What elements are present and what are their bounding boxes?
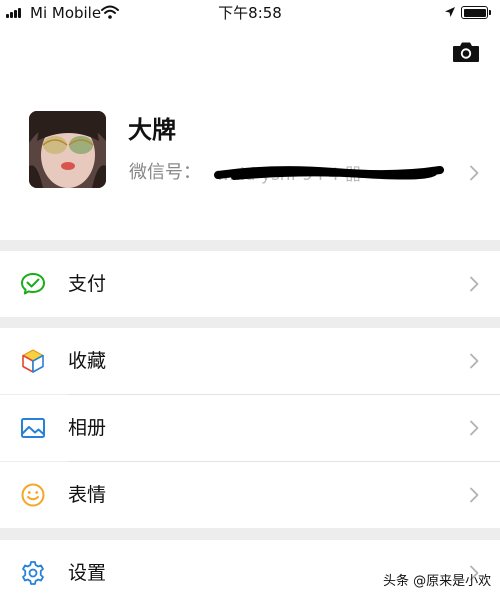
profile-name: 大牌 (128, 116, 176, 144)
menu-item-label: 支付 (68, 273, 107, 295)
menu-item-label: 设置 (68, 562, 107, 584)
avatar-photo (29, 111, 106, 188)
menu-item-label: 相册 (68, 417, 107, 439)
sticker-smiley-icon (21, 483, 45, 507)
wechat-id-label: 微信号： (129, 162, 201, 183)
menu-item-label: 表情 (68, 484, 107, 506)
chevron-right-icon (470, 276, 479, 292)
settings-gear-icon (22, 561, 44, 585)
battery-cap (489, 10, 491, 15)
profile-chevron-right-icon (470, 165, 479, 181)
chevron-right-icon (470, 353, 479, 369)
camera-icon[interactable] (452, 41, 480, 63)
avatar[interactable] (29, 111, 106, 188)
watermark-text: 头条 @原来是小欢 (383, 574, 492, 589)
chevron-right-icon (470, 487, 479, 503)
menu-item-label: 收藏 (68, 350, 107, 372)
favorites-cube-icon (22, 349, 44, 373)
chevron-right-icon (470, 420, 479, 436)
menu-item-favorites[interactable]: 收藏 (0, 328, 500, 394)
menu-item-pay[interactable]: 支付 (0, 251, 500, 317)
battery-icon (461, 6, 488, 19)
menu-item-album[interactable]: 相册 (0, 395, 500, 461)
status-time: 下午8:58 (218, 4, 282, 22)
wechat-pay-icon (21, 273, 45, 295)
menu-item-stickers[interactable]: 表情 (0, 462, 500, 528)
location-arrow-icon (445, 7, 455, 17)
album-icon (21, 418, 45, 438)
redacted-wechat-id: wxid yshf 9 i 4 器 (214, 165, 444, 185)
